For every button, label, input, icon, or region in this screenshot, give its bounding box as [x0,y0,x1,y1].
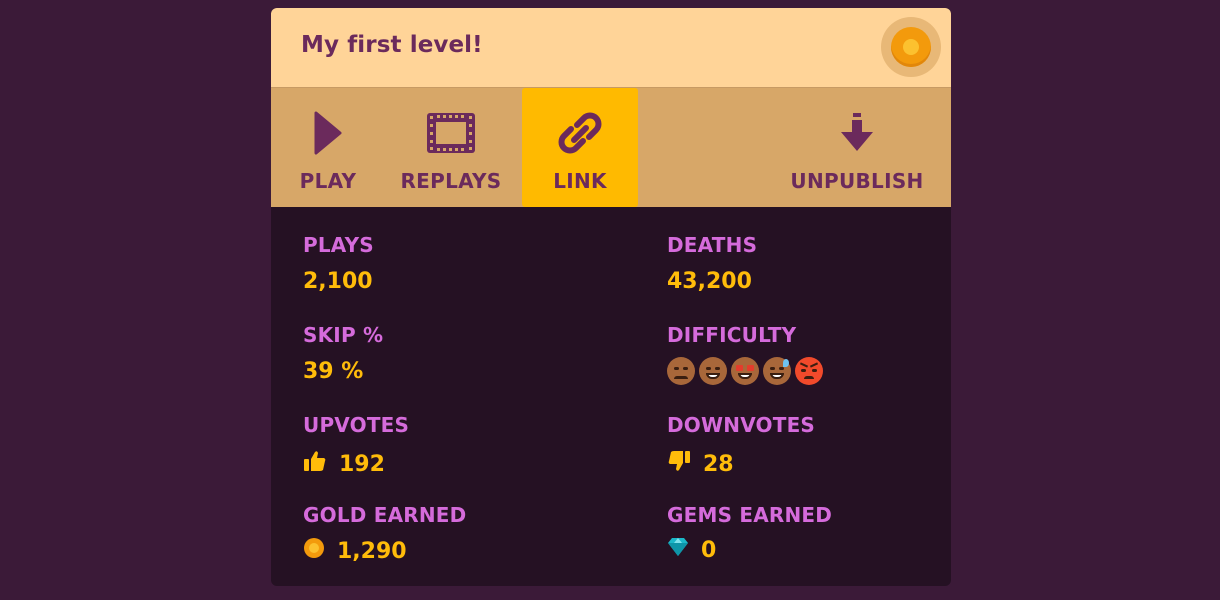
play-icon [313,105,343,155]
upvotes-row: 192 [303,449,409,479]
stat-skip: SKIP % 39 % [303,323,383,384]
gold-value: 1,290 [337,538,407,564]
plays-value: 2,100 [303,269,373,294]
gold-coin-icon [303,537,325,565]
gold-coin-icon [891,27,931,67]
skip-value: 39 % [303,359,364,384]
downvotes-row: 28 [667,449,815,479]
upvotes-value: 192 [339,451,385,477]
film-strip-icon [426,105,476,155]
deaths-value: 43,200 [667,269,752,294]
play-button[interactable]: PLAY [293,88,363,207]
stat-plays: PLAYS 2,100 [303,233,374,294]
thumbs-down-icon [667,449,691,479]
thumbs-up-icon [303,449,327,479]
unpublish-button[interactable]: UNPUBLISH [790,88,924,207]
replays-label: REPLAYS [400,169,502,193]
replays-button[interactable]: REPLAYS [400,88,502,207]
level-stats: PLAYS 2,100 DEATHS 43,200 SKIP % 39 % DI… [271,207,951,586]
deaths-label: DEATHS [667,233,758,257]
starstruck-face-icon [731,357,759,385]
gold-row: 1,290 [303,537,466,565]
coin-button[interactable] [881,17,941,77]
downvotes-label: DOWNVOTES [667,413,816,437]
link-icon [557,105,603,155]
gems-row: 0 [667,537,832,563]
stat-difficulty: DIFFICULTY [667,323,823,385]
downvotes-value: 28 [703,451,734,477]
link-label: LINK [553,169,607,193]
level-title: My first level! [301,32,483,58]
upvotes-label: UPVOTES [303,413,410,437]
level-header: My first level! [271,8,951,88]
gem-icon [667,537,689,563]
skip-label: SKIP % [303,323,384,347]
grin-face-icon [699,357,727,385]
gold-label: GOLD EARNED [303,503,467,527]
angry-face-icon [795,357,823,385]
stat-gold: GOLD EARNED 1,290 [303,503,466,565]
plays-label: PLAYS [303,233,374,257]
download-arrow-icon [839,105,875,155]
sad-face-icon [667,357,695,385]
sweat-grin-face-icon [763,357,791,385]
unpublish-label: UNPUBLISH [790,169,924,193]
stat-downvotes: DOWNVOTES 28 [667,413,815,479]
gems-value: 0 [701,537,717,563]
level-card: My first level! PLAY REPLAYS LINK UNPUBL… [271,8,951,586]
play-label: PLAY [299,169,357,193]
difficulty-label: DIFFICULTY [667,323,797,347]
stat-gems: GEMS EARNED 0 [667,503,832,563]
gems-label: GEMS EARNED [667,503,833,527]
stat-upvotes: UPVOTES 192 [303,413,409,479]
link-button[interactable]: LINK [522,88,638,207]
difficulty-rating [667,357,823,385]
stat-deaths: DEATHS 43,200 [667,233,757,294]
level-toolbar: PLAY REPLAYS LINK UNPUBLISH [271,88,951,207]
